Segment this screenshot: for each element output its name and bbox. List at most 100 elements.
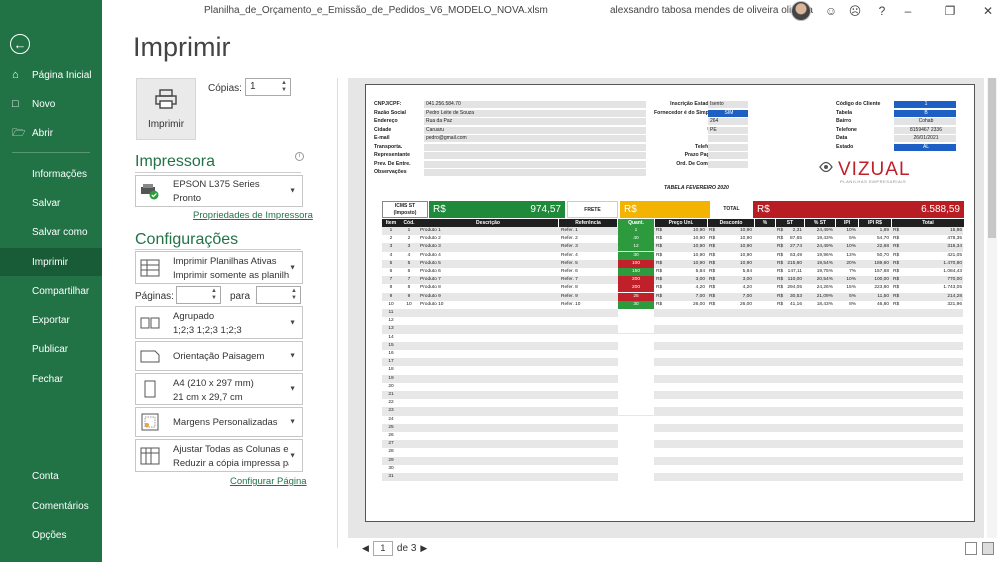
column-header: Total [892,219,964,227]
quantity-cell [618,317,654,326]
help-button[interactable]: ? [872,2,892,20]
printer-select[interactable]: EPSON L375 Series Pronto ▼ [135,175,303,207]
table-cell [755,260,775,268]
back-arrow-icon[interactable]: ← [10,34,30,54]
table-row: 23 [382,407,963,416]
nav-feedback[interactable]: Comentários [0,492,102,520]
nav-new[interactable]: □ Novo [0,90,102,118]
nav-close[interactable]: Fechar [0,365,102,393]
table-cell: Refer. 5 [561,260,578,266]
table-row: 12 [382,317,963,326]
margins-select[interactable]: Margens Personalizadas ▼ [135,407,303,437]
currency-prefix: R$ [777,252,784,258]
chevron-down-icon: ▼ [289,187,296,195]
nav-publish[interactable]: Publicar [0,335,102,363]
pages-to-spinner[interactable]: ▲ ▼ [291,288,299,302]
zoom-to-page-icon[interactable] [982,542,994,555]
close-icon[interactable]: ✕ [978,2,998,20]
prev-page-icon[interactable]: ◀ [362,543,369,554]
form-label: Telefone [836,126,857,133]
info-icon[interactable]: i [295,152,304,161]
file-name: Planilha_de_Orçamento_e_Emissão_de_Pedid… [204,5,548,16]
scrollbar-thumb[interactable] [988,78,996,238]
nav-info[interactable]: Informações [0,160,102,188]
row-number: 18 [388,367,394,373]
table-cell: 9 [407,293,411,299]
currency-prefix: R$ [777,236,784,242]
next-page-icon[interactable]: ▶ [420,543,427,554]
copies-input[interactable]: 1 ▲ ▼ [245,78,291,96]
currency-prefix: R$ [656,228,663,233]
table-cell: 8 [389,285,393,291]
print-button[interactable]: Imprimir [136,78,196,140]
restore-icon[interactable]: ❐ [940,2,960,20]
pages-to-input[interactable]: ▲ ▼ [256,286,301,304]
currency-prefix: R$ [709,252,716,258]
table-cell: 24,49% [816,228,833,233]
table-row: 11 [382,309,963,318]
table-row: 6 6 Produto 6 Refer. 6 150 5,84 5,84 147,11 19,7… [382,268,963,277]
quantity-cell [618,440,654,449]
form-value: 264 [708,118,748,125]
currency-prefix: R$ [893,269,900,274]
table-cell: Refer. 2 [561,236,578,242]
vizual-logo: VIZUAL PLANILHAS EMPRESARIAIS [819,159,910,184]
nav-share[interactable]: Compartilhar [0,277,102,305]
table-cell [755,243,775,251]
table-row: 17 [382,358,963,367]
table-row: 24 [382,415,963,424]
nav-save-as[interactable]: Salvar como [0,218,102,246]
table-cell: 200 [618,276,654,285]
form-label: UF: [654,127,716,133]
nav-save[interactable]: Salvar [0,189,102,217]
table-row: 19 [382,374,963,383]
form-value: Pedro Leite de Souza [424,109,646,117]
show-margins-icon[interactable] [965,542,977,555]
table-cell [755,293,775,301]
avatar[interactable] [791,1,811,21]
table-cell: Refer. 10 [561,301,581,307]
table-row: 26 [382,432,963,441]
pages-from-spinner[interactable]: ▲ ▼ [211,288,219,302]
quantity-cell [618,432,654,440]
page-setup-link[interactable]: Configurar Página [230,476,307,487]
frown-icon[interactable]: ☹ [845,2,865,20]
frete-label: FRETE [567,201,618,218]
nav-home[interactable]: ⌂ Página Inicial [0,61,102,89]
table-row: 7 7 Produto 7 Refer. 7 200 3,00 3,00 110,00 20,5… [382,276,963,285]
table-cell: 223,80 [874,285,889,291]
currency-prefix: R$ [777,244,784,250]
paper-size-select[interactable]: A4 (210 x 297 mm) 21 cm x 29,7 cm ▼ [135,373,303,405]
table-row: 5 5 Produto 5 Refer. 5 100 10,90 10,90 215,80 19… [382,259,963,268]
table-cell: 54,70 [876,236,889,242]
row-number: 23 [388,408,394,414]
printer-properties-link[interactable]: Propriedades de Impressora [193,210,313,221]
page-number-input[interactable]: 1 [372,541,393,556]
print-what-select[interactable]: Imprimir Planilhas Ativas Imprimir somen… [135,251,303,284]
minimize-icon[interactable]: – [898,2,918,20]
collate-select[interactable]: Agrupado 1;2;3 1;2;3 1;2;3 ▼ [135,306,303,339]
smile-icon[interactable]: ☺ [821,2,841,20]
table-cell: 5 [407,260,411,266]
margins-icon [141,413,159,431]
currency-prefix: R$ [893,277,900,283]
scaling-select[interactable]: Ajustar Todas as Colunas e... Reduzir a … [135,439,303,472]
copies-spinner[interactable]: ▲ ▼ [281,80,289,94]
nav-open[interactable]: 🗁 Abrir [0,119,102,147]
preview-scrollbar[interactable] [987,78,997,538]
nav-export[interactable]: Exportar [0,306,102,334]
table-cell: 30 [618,300,654,309]
row-number: 11 [388,310,394,315]
form-label: Observações [374,169,407,175]
table-cell: 40 [618,235,654,244]
nav-options[interactable]: Opções [0,521,102,549]
table-row: 16 [382,350,963,359]
grand-total-bar: R$ 6.588,59 [753,201,964,218]
form-label: Bairro [836,118,852,124]
nav-print[interactable]: Imprimir [0,248,102,276]
pages-from-input[interactable]: ▲ ▼ [176,286,221,304]
table-cell: Produto 10 [420,301,444,307]
form-value: Rua da Paz [424,118,646,125]
orientation-select[interactable]: Orientação Paisagem ▼ [135,341,303,371]
nav-account[interactable]: Conta [0,462,102,490]
